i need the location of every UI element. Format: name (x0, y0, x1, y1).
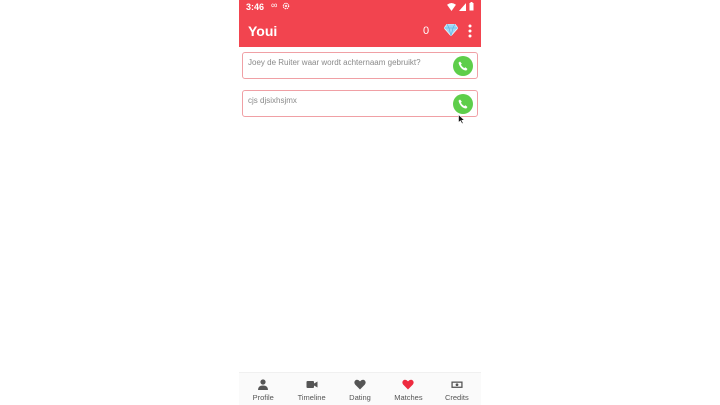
mouse-cursor-icon (458, 114, 465, 124)
phone-icon (458, 99, 468, 109)
nav-label: Profile (252, 393, 274, 402)
notification-icon: ∞ (271, 0, 278, 10)
settings-icon (282, 2, 290, 10)
credits-count: 0 (423, 25, 430, 37)
nav-matches[interactable]: Matches (384, 373, 432, 405)
nav-timeline[interactable]: Timeline (287, 373, 335, 405)
app-title: Youi (248, 23, 278, 39)
phone-screen: 3:46 ∞ Youi 0 Joey de Ruiter waar wordt … (239, 0, 481, 405)
wifi-icon (447, 2, 456, 11)
phone-icon (458, 61, 468, 71)
status-bar: 3:46 ∞ (239, 0, 481, 15)
status-time: 3:46 (246, 2, 265, 12)
chat-text: Joey de Ruiter waar wordt achternaam geb… (248, 58, 421, 67)
nav-profile[interactable]: Profile (239, 373, 287, 405)
battery-icon (469, 2, 474, 11)
nav-label: Dating (349, 393, 371, 402)
chat-card[interactable]: Joey de Ruiter waar wordt achternaam geb… (242, 52, 478, 79)
call-button[interactable] (453, 56, 473, 76)
signal-icon (459, 2, 466, 11)
chat-card[interactable]: cjs djsixhsjmx (242, 90, 478, 117)
heart-filled-icon (402, 379, 415, 390)
more-vert-icon[interactable] (468, 24, 472, 38)
nav-credits[interactable]: Credits (433, 373, 481, 405)
heart-icon (354, 379, 366, 390)
money-icon (451, 381, 463, 388)
app-bar: Youi 0 (239, 15, 481, 47)
nav-label: Timeline (297, 393, 326, 402)
video-icon (306, 381, 318, 388)
nav-label: Credits (444, 393, 469, 402)
call-button[interactable] (453, 94, 473, 114)
bottom-navigation: Profile Timeline Dating Matches Credits (239, 372, 481, 405)
person-icon (258, 379, 269, 390)
chat-text: cjs djsixhsjmx (248, 96, 297, 105)
status-icons (447, 2, 474, 11)
diamond-icon[interactable] (444, 24, 458, 36)
nav-dating[interactable]: Dating (336, 373, 384, 405)
nav-label: Matches (394, 393, 423, 402)
